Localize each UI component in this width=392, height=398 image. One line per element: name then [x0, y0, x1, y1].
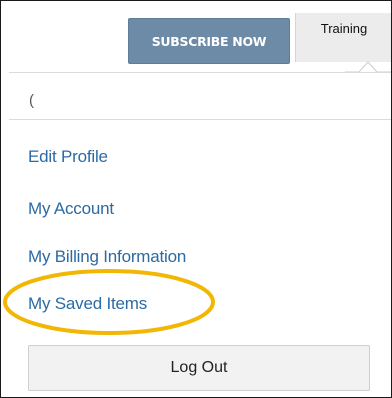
- subscribe-button[interactable]: SUBSCRIBE NOW: [128, 18, 290, 64]
- edit-profile-link[interactable]: Edit Profile: [28, 147, 108, 167]
- menu-divider: [9, 119, 391, 120]
- my-saved-items-link[interactable]: My Saved Items: [28, 294, 147, 314]
- tab-training[interactable]: Training: [295, 13, 391, 62]
- header-divider: [9, 72, 391, 73]
- search-input[interactable]: (: [29, 93, 34, 108]
- my-account-link[interactable]: My Account: [28, 199, 114, 219]
- log-out-button[interactable]: Log Out: [28, 345, 370, 391]
- account-dropdown-panel: SUBSCRIBE NOW Training ( Edit Profile My…: [0, 0, 392, 398]
- tab-training-label: Training: [320, 21, 368, 36]
- my-billing-information-link[interactable]: My Billing Information: [28, 247, 186, 267]
